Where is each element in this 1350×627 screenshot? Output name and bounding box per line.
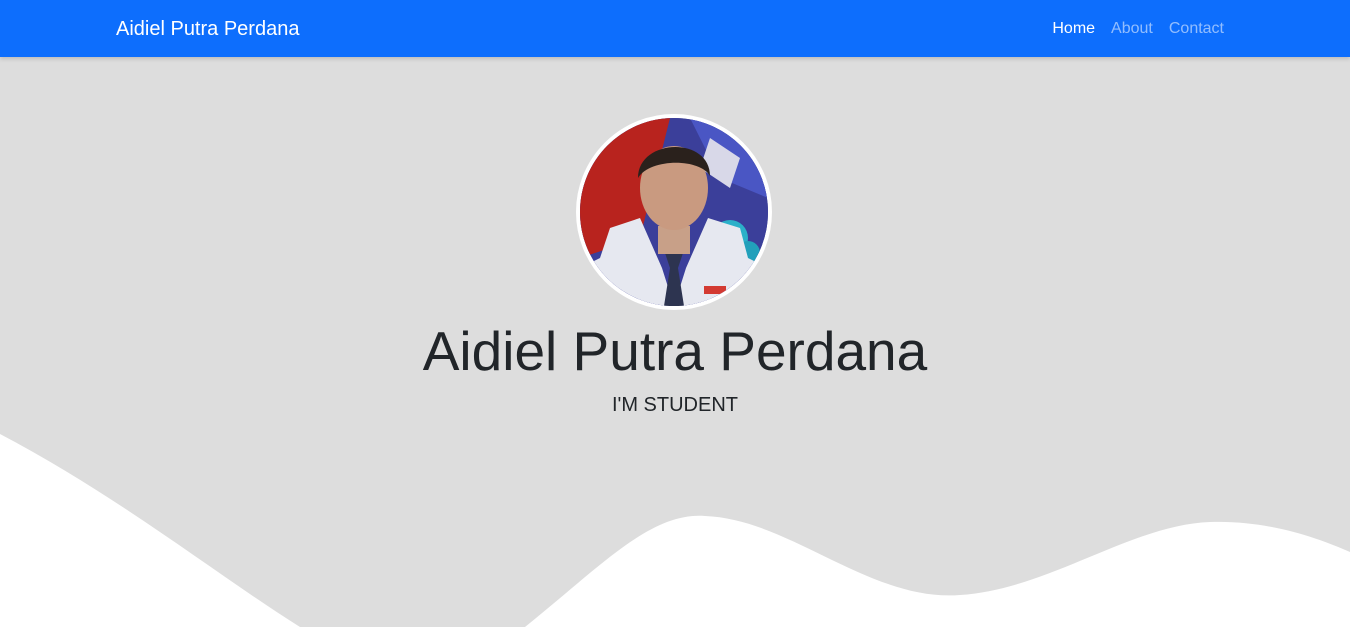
hero-title: Aidiel Putra Perdana — [422, 320, 928, 382]
profile-avatar — [576, 114, 772, 310]
nav-link-contact[interactable]: Contact — [1169, 19, 1224, 39]
hero-section: Aidiel Putra Perdana I'M STUDENT — [0, 57, 1350, 627]
navbar: Aidiel Putra Perdana Home About Contact — [0, 0, 1350, 57]
nav-link-about[interactable]: About — [1111, 19, 1153, 39]
profile-photo — [580, 118, 768, 306]
hero-tagline: I'M STUDENT — [611, 394, 739, 416]
nav-links: Home About Contact — [1052, 19, 1224, 39]
navbar-brand[interactable]: Aidiel Putra Perdana — [116, 17, 299, 41]
nav-link-home[interactable]: Home — [1052, 19, 1095, 39]
